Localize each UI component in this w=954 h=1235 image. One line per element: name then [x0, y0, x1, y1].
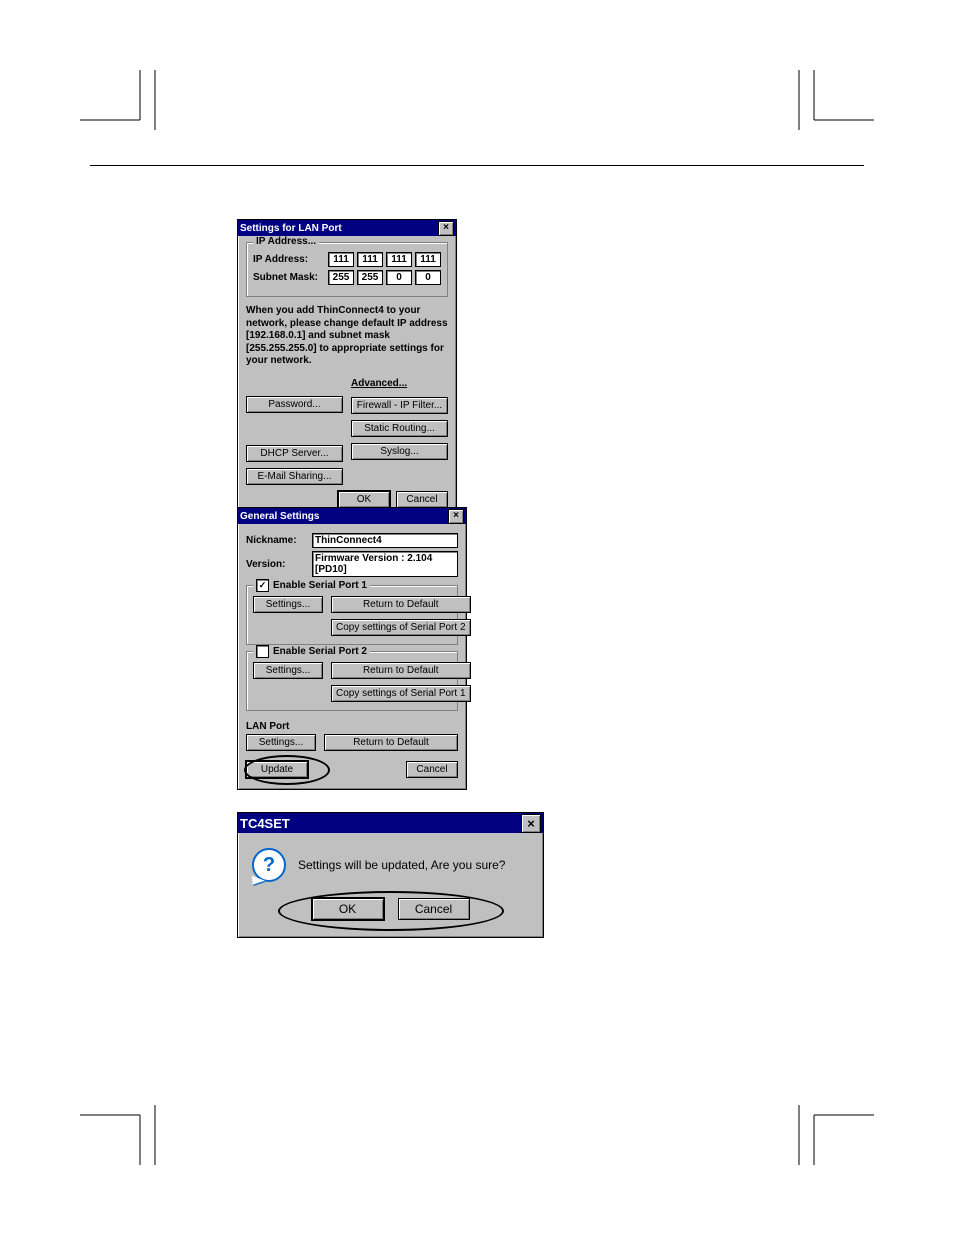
lan-hint-text: When you add ThinConnect4 to your networ…: [246, 305, 448, 368]
lanport-label: LAN Port: [246, 721, 458, 732]
sp2-copy-button[interactable]: Copy settings of Serial Port 1: [331, 685, 471, 702]
ip-group-legend: IP Address...: [253, 236, 319, 247]
lanport-settings-button[interactable]: Settings...: [246, 734, 316, 751]
crop-mark-bottom-left: [80, 1105, 160, 1165]
confirm-titlebar: TC4SET ×: [238, 813, 543, 833]
subnet-mask-input: 255 255 0 0: [328, 270, 441, 285]
sp2-return-default-button[interactable]: Return to Default: [331, 662, 471, 679]
sp2-enable-checkbox[interactable]: [256, 645, 269, 658]
sp1-settings-button[interactable]: Settings...: [253, 596, 323, 613]
dhcp-server-button[interactable]: DHCP Server...: [246, 445, 343, 462]
ip-octet-2[interactable]: 111: [357, 252, 383, 267]
static-routing-button[interactable]: Static Routing...: [351, 420, 448, 437]
confirm-dialog: TC4SET × ? Settings will be updated, Are…: [237, 812, 544, 938]
version-field: Firmware Version : 2.104 [PD10]: [312, 551, 458, 577]
email-sharing-button[interactable]: E-Mail Sharing...: [246, 468, 343, 485]
question-icon: ?: [252, 848, 286, 882]
confirm-message: Settings will be updated, Are you sure?: [298, 858, 505, 872]
ip-octet-1[interactable]: 111: [328, 252, 354, 267]
firewall-button[interactable]: Firewall - IP Filter...: [351, 397, 448, 414]
nickname-field[interactable]: ThinConnect4: [312, 533, 458, 548]
ip-octet-4[interactable]: 111: [415, 252, 441, 267]
sp1-copy-button[interactable]: Copy settings of Serial Port 2: [331, 619, 471, 636]
close-icon[interactable]: ×: [448, 509, 464, 524]
general-cancel-button[interactable]: Cancel: [406, 761, 458, 778]
version-label: Version:: [246, 559, 302, 570]
subnet-octet-2[interactable]: 255: [357, 270, 383, 285]
update-button[interactable]: Update: [246, 761, 308, 778]
lan-title: Settings for LAN Port: [240, 223, 342, 234]
lanport-return-default-button[interactable]: Return to Default: [324, 734, 458, 751]
subnet-octet-3[interactable]: 0: [386, 270, 412, 285]
subnet-octet-4[interactable]: 0: [415, 270, 441, 285]
crop-mark-top-right: [794, 70, 874, 130]
general-settings-dialog: General Settings × Nickname: ThinConnect…: [237, 507, 467, 790]
general-titlebar: General Settings ×: [238, 508, 466, 524]
nickname-label: Nickname:: [246, 535, 302, 546]
lan-settings-dialog: Settings for LAN Port × IP Address... IP…: [237, 219, 457, 520]
serial-port-2-group: Enable Serial Port 2 Settings... Return …: [246, 651, 458, 711]
password-button[interactable]: Password...: [246, 396, 343, 413]
close-icon[interactable]: ×: [438, 221, 454, 236]
ip-address-group: IP Address... IP Address: 111 111 111 11…: [246, 242, 448, 297]
confirm-title: TC4SET: [240, 816, 290, 831]
page-header-rule: [90, 165, 864, 166]
ip-address-label: IP Address:: [253, 254, 308, 265]
close-icon[interactable]: ×: [521, 814, 541, 833]
crop-mark-bottom-right: [794, 1105, 874, 1165]
sp2-settings-button[interactable]: Settings...: [253, 662, 323, 679]
lan-cancel-button[interactable]: Cancel: [396, 491, 448, 508]
syslog-button[interactable]: Syslog...: [351, 443, 448, 460]
subnet-octet-1[interactable]: 255: [328, 270, 354, 285]
advanced-label: Advanced...: [351, 378, 448, 389]
ip-address-input: 111 111 111 111: [328, 252, 441, 267]
serial-port-1-group: ✓ Enable Serial Port 1 Settings... Retur…: [246, 585, 458, 645]
lan-ok-button[interactable]: OK: [338, 491, 390, 508]
document-page: Settings for LAN Port × IP Address... IP…: [0, 0, 954, 1235]
sp1-enable-checkbox[interactable]: ✓: [256, 579, 269, 592]
confirm-ok-button[interactable]: OK: [312, 898, 384, 920]
general-title: General Settings: [240, 511, 319, 522]
sp1-return-default-button[interactable]: Return to Default: [331, 596, 471, 613]
confirm-cancel-button[interactable]: Cancel: [398, 898, 470, 920]
sp2-enable-label: Enable Serial Port 2: [273, 646, 367, 657]
ip-octet-3[interactable]: 111: [386, 252, 412, 267]
subnet-mask-label: Subnet Mask:: [253, 272, 318, 283]
crop-mark-top-left: [80, 70, 160, 130]
sp1-enable-label: Enable Serial Port 1: [273, 580, 367, 591]
lan-titlebar: Settings for LAN Port ×: [238, 220, 456, 236]
